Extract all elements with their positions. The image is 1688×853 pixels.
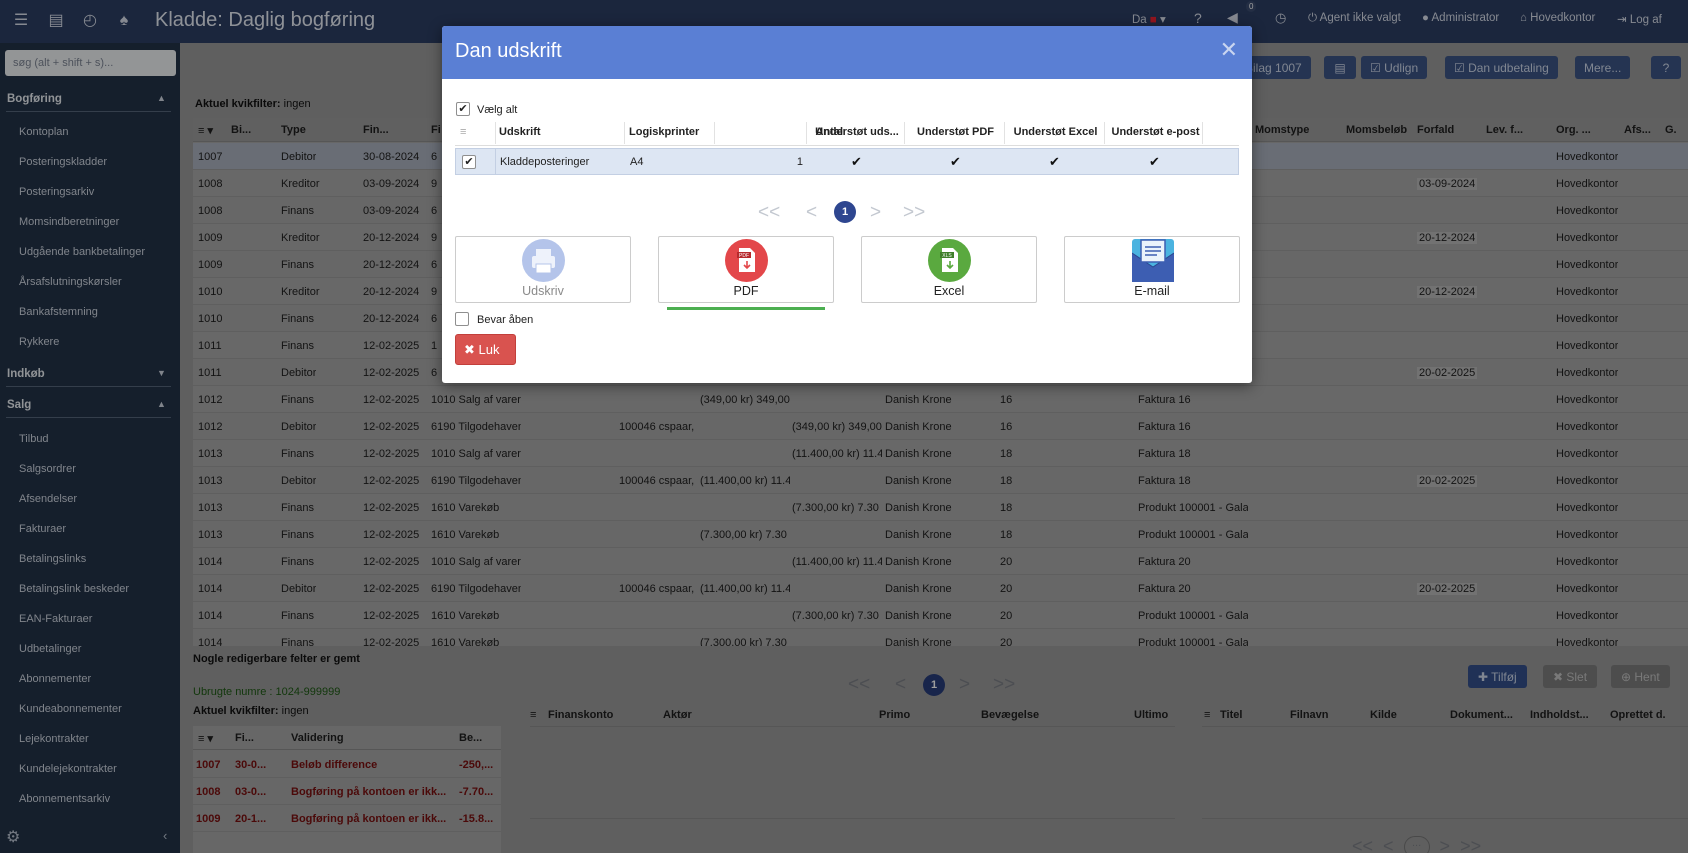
luk-button[interactable]: ✖ Luk (455, 334, 516, 365)
print-dialog: Dan udskrift ✕ ✔ Vælg alt ≡ Udskrift Log… (442, 26, 1252, 383)
dialog-header: Dan udskrift ✕ (442, 26, 1252, 79)
email-button[interactable]: E-mail (1064, 236, 1240, 303)
keep-open-checkbox[interactable] (455, 312, 469, 326)
printer-icon (522, 239, 565, 282)
pdf-progress-bar (667, 307, 825, 310)
pager-prev[interactable]: < (806, 202, 817, 224)
check-icon: ✔ (1049, 154, 1060, 169)
svg-text:XLS: XLS (942, 253, 952, 259)
check-icon: ✔ (851, 154, 862, 169)
pager-next[interactable]: > (870, 202, 881, 224)
page-current[interactable]: 1 (834, 201, 856, 223)
pager-first[interactable]: << (758, 202, 780, 224)
col-understot-pdf[interactable]: Understøt PDF (907, 126, 1004, 138)
col-logiskprinter[interactable]: Logiskprinter (629, 126, 699, 138)
row-checkbox[interactable]: ✔ (462, 155, 476, 169)
check-icon: ✔ (950, 154, 961, 169)
select-all-label: Vælg alt (477, 104, 518, 116)
excel-button[interactable]: XLS Excel (861, 236, 1037, 303)
pdf-button[interactable]: PDF PDF (658, 236, 834, 310)
table-menu-icon[interactable]: ≡ (460, 126, 466, 138)
col-udskrift[interactable]: Udskrift (499, 126, 541, 138)
col-understot-uds[interactable]: Understøt uds... (810, 126, 904, 138)
pdf-icon: PDF (725, 239, 768, 282)
pager-last[interactable]: >> (903, 202, 925, 224)
row-udskrift: Kladdeposteringer (500, 156, 590, 168)
col-understot-excel[interactable]: Understøt Excel (1007, 126, 1104, 138)
keep-open-label: Bevar åben (477, 314, 534, 326)
svg-text:PDF: PDF (739, 253, 749, 259)
select-all-checkbox[interactable]: ✔ (456, 102, 470, 116)
row-antal[interactable]: 1 (756, 156, 803, 168)
row-printer[interactable]: A4 (630, 156, 643, 168)
email-icon (1131, 239, 1175, 282)
close-icon[interactable]: ✕ (1220, 37, 1238, 63)
udskriv-button[interactable]: Udskriv (455, 236, 631, 303)
excel-icon: XLS (928, 239, 971, 282)
report-row[interactable]: ✔ Kladdeposteringer A4 1 ✔ ✔ ✔ ✔ (455, 148, 1239, 175)
dialog-title: Dan udskrift (455, 40, 562, 62)
check-icon: ✔ (1149, 154, 1160, 169)
col-understot-epost[interactable]: Understøt e-post (1107, 126, 1204, 138)
close-x-icon: ✖ (464, 342, 475, 357)
